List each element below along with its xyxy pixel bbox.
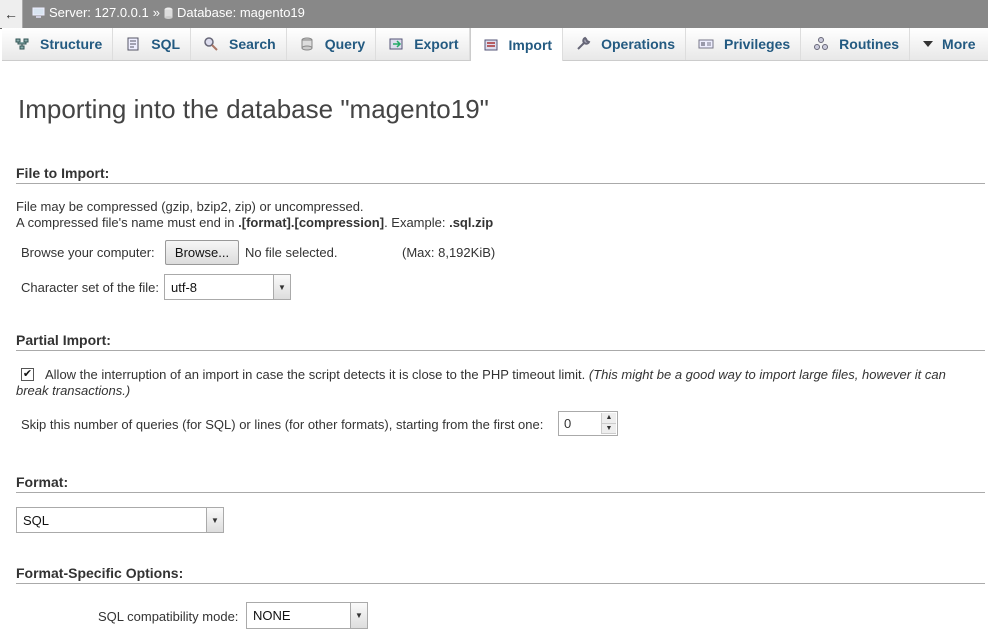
- tab-privileges[interactable]: Privileges: [686, 28, 802, 60]
- tab-sql[interactable]: SQL: [113, 28, 192, 60]
- export-icon: [389, 38, 403, 50]
- tab-label: Routines: [839, 36, 900, 52]
- allow-interrupt-checkbox[interactable]: ✔: [21, 368, 34, 381]
- breadcrumb-database[interactable]: Database: magento19: [177, 5, 305, 20]
- sql-icon: [127, 37, 139, 51]
- tab-routines[interactable]: Routines: [801, 28, 911, 60]
- top-bar: ← Server: 127.0.0.1 » Database: magento1…: [0, 0, 988, 29]
- skip-queries-value: 0: [564, 416, 572, 431]
- page-title: Importing into the database "magento19": [18, 94, 489, 124]
- section-partial-import: Partial Import:: [16, 332, 985, 351]
- tab-structure[interactable]: Structure: [2, 28, 114, 60]
- chevron-down-icon: ▼: [350, 603, 367, 628]
- routines-icon: [814, 37, 829, 50]
- import-icon: [484, 39, 498, 50]
- compression-note: File may be compressed (gzip, bzip2, zip…: [16, 199, 364, 214]
- privileges-icon: [698, 39, 714, 49]
- allow-interrupt-note-line2: break transactions.): [16, 383, 131, 398]
- format-note-prefix: A compressed file's name must end in: [16, 215, 239, 230]
- section-format-options: Format-Specific Options:: [16, 565, 985, 584]
- allow-interrupt-label: Allow the interruption of an import in c…: [45, 367, 946, 382]
- server-icon: [32, 7, 45, 18]
- back-arrow-icon[interactable]: ←: [0, 0, 23, 28]
- compat-mode-select[interactable]: NONE ▼: [246, 602, 368, 629]
- triangle-down-icon: [923, 41, 934, 47]
- allow-interrupt-note-cont: break transactions.): [16, 383, 130, 398]
- browse-label: Browse your computer:: [21, 245, 155, 260]
- charset-label: Character set of the file:: [21, 280, 160, 295]
- search-icon: [204, 37, 218, 51]
- tab-bar: Structure SQL Search Query Export Import…: [2, 28, 988, 61]
- format-note-example-label: . Example:: [384, 215, 450, 230]
- compression-format-note: A compressed file's name must end in .[f…: [16, 215, 493, 230]
- chevron-down-icon: ▼: [206, 508, 223, 532]
- allow-interrupt-text: Allow the interruption of an import in c…: [45, 367, 586, 382]
- tab-import[interactable]: Import: [469, 28, 564, 61]
- compat-mode-value: NONE: [253, 608, 291, 623]
- skip-queries-input[interactable]: 0 ▲ ▼: [558, 411, 618, 436]
- format-note-pattern: .[format].[compression]: [238, 215, 385, 230]
- spinner-up-icon[interactable]: ▲: [602, 413, 616, 424]
- file-status: No file selected.: [245, 245, 338, 260]
- format-note-example: .sql.zip: [449, 215, 494, 230]
- tab-search[interactable]: Search: [191, 28, 287, 60]
- charset-value: utf-8: [171, 279, 198, 295]
- breadcrumb-separator: »: [152, 5, 160, 20]
- compat-mode-label: SQL compatibility mode:: [98, 609, 239, 624]
- query-icon: [301, 37, 313, 51]
- format-value: SQL: [23, 512, 50, 528]
- tab-label: Structure: [40, 36, 103, 52]
- allow-interrupt-note: (This might be a good way to import larg…: [588, 367, 946, 382]
- format-select[interactable]: SQL ▼: [16, 507, 224, 533]
- max-upload-size: (Max: 8,192KiB): [402, 245, 496, 260]
- tab-more[interactable]: More: [910, 28, 985, 60]
- tab-label: Privileges: [724, 36, 791, 52]
- tab-label: Export: [414, 36, 459, 52]
- tab-label: Search: [229, 36, 276, 52]
- breadcrumb: Server: 127.0.0.1 » Database: magento19: [32, 5, 305, 20]
- skip-queries-label: Skip this number of queries (for SQL) or…: [21, 417, 544, 432]
- structure-icon: [15, 38, 29, 50]
- wrench-icon: [577, 36, 591, 50]
- tab-label: More: [942, 36, 976, 52]
- tab-query[interactable]: Query: [287, 28, 377, 60]
- section-file-to-import: File to Import:: [16, 165, 985, 184]
- tab-export[interactable]: Export: [376, 28, 470, 60]
- spinner-buttons[interactable]: ▲ ▼: [601, 413, 616, 434]
- database-icon: [164, 7, 173, 19]
- tab-operations[interactable]: Operations: [563, 28, 686, 60]
- browse-button[interactable]: Browse...: [165, 240, 239, 265]
- tab-label: Operations: [601, 36, 675, 52]
- tab-label: Query: [324, 36, 366, 52]
- section-format: Format:: [16, 474, 985, 493]
- tab-label: Import: [508, 36, 553, 53]
- spinner-down-icon[interactable]: ▼: [602, 423, 616, 434]
- chevron-down-icon: ▼: [273, 275, 290, 299]
- charset-select[interactable]: utf-8 ▼: [164, 274, 291, 300]
- tab-label: SQL: [151, 36, 181, 52]
- breadcrumb-server[interactable]: Server: 127.0.0.1: [49, 5, 149, 20]
